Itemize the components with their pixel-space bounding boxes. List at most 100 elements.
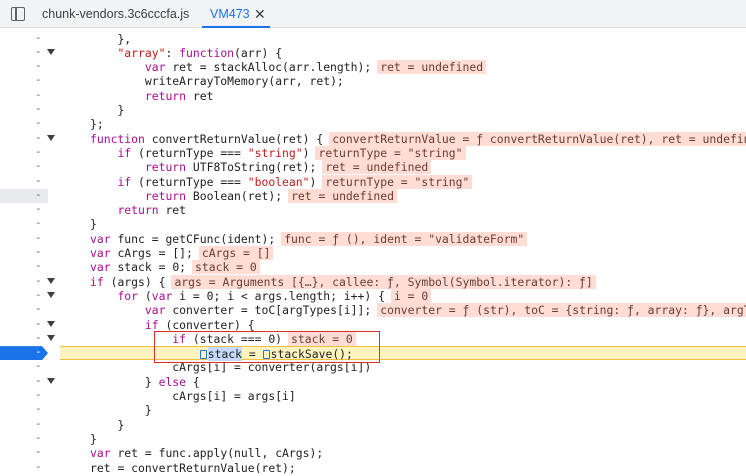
code-line[interactable]: ret = convertReturnValue(ret); (60, 461, 296, 475)
gutter-line[interactable]: - (0, 460, 60, 475)
code-line[interactable]: var stack = 0; stack = 0 (60, 260, 260, 275)
close-tab-icon[interactable]: ✕ (254, 0, 266, 28)
code-line[interactable]: if (converter) { (60, 318, 255, 332)
gutter-line[interactable]: - (0, 259, 60, 274)
fold-chevron-icon[interactable] (47, 377, 55, 384)
gutter-line[interactable]: - (0, 102, 60, 117)
code-line[interactable]: writeArrayToMemory(arr, ret); (60, 74, 344, 88)
code-line[interactable]: var cArgs = []; cArgs = [] (60, 246, 274, 260)
code-line[interactable]: return Boolean(ret); ret = undefined (60, 188, 397, 203)
tab-vm473[interactable]: VM473 (202, 0, 270, 28)
code-line[interactable]: var func = getCFunc(ident); func = ƒ (), … (60, 231, 528, 246)
inline-value-badge[interactable]: convertReturnValue = ƒ convertReturnValu… (329, 131, 746, 146)
fold-chevron-icon[interactable] (47, 291, 55, 298)
inline-value-badge[interactable]: i = 0 (390, 288, 432, 303)
tab-chunk-vendors[interactable]: chunk-vendors.3c6cccfa.js (42, 0, 189, 28)
fold-chevron-icon[interactable] (47, 334, 55, 341)
fold-chevron-icon[interactable] (47, 277, 55, 284)
code-line[interactable]: cArgs[i] = args[i] (60, 389, 295, 403)
gutter-line[interactable]: - (0, 274, 60, 289)
code-editor[interactable]: }, "array": function(arr) { var ret = st… (60, 28, 746, 476)
gutter-line[interactable]: - (0, 59, 60, 74)
code-text: var ret = func.apply(null, cArgs); (90, 446, 324, 461)
gutter-dash: - (35, 287, 42, 301)
gutter-line[interactable]: - (0, 302, 60, 317)
code-line[interactable]: if (returnType === "string") returnType =… (60, 145, 466, 160)
code-line[interactable]: "array": function(arr) { (60, 46, 282, 60)
inline-value-badge[interactable]: func = ƒ (), ident = "validateForm" (281, 231, 528, 246)
gutter-line[interactable]: - (0, 388, 60, 403)
gutter-line[interactable]: - (0, 374, 60, 389)
code-text: var stack = 0; (90, 260, 187, 275)
gutter-dash: - (35, 316, 42, 330)
code-line[interactable]: }; (60, 117, 104, 131)
gutter-line[interactable]: - (0, 359, 60, 374)
gutter-line[interactable]: - (0, 417, 60, 432)
code-line[interactable]: var ret = stackAlloc(arr.length); ret = u… (60, 60, 487, 75)
inline-value-badge[interactable]: returnType = "string" (322, 174, 473, 189)
gutter-dash: - (35, 173, 42, 187)
code-line[interactable]: if (args) { args = Arguments [{…}, callee… (60, 274, 596, 289)
inline-value-badge[interactable]: ret = undefined (288, 188, 397, 203)
code-line[interactable]: return ret (60, 203, 186, 217)
gutter-line[interactable]: - (0, 145, 60, 160)
gutter-line[interactable]: - (0, 188, 60, 204)
gutter-dash: - (35, 302, 42, 316)
code-line[interactable]: } (60, 217, 97, 231)
code-line[interactable]: var converter = toC[argTypes[i]]; convert… (60, 303, 746, 318)
code-line[interactable]: } (60, 103, 124, 117)
gutter-line[interactable]: - (0, 231, 60, 246)
gutter-line[interactable]: - (0, 216, 60, 231)
gutter-line[interactable]: - (0, 131, 60, 146)
code-line[interactable]: } (60, 403, 152, 417)
fold-chevron-icon[interactable] (47, 320, 55, 327)
gutter-line[interactable]: - (0, 402, 60, 417)
gutter-line[interactable]: - (0, 316, 60, 332)
code-line[interactable]: } else { (60, 375, 200, 389)
inline-value-badge[interactable]: cArgs = [] (198, 246, 274, 260)
code-line[interactable]: }, (60, 32, 131, 46)
gutter-line[interactable]: - (0, 245, 60, 260)
code-text: var converter = toC[argTypes[i]]; (144, 303, 372, 318)
code-text: var ret = stackAlloc(arr.length); (144, 60, 372, 75)
code-line[interactable]: for (var i = 0; i < args.length; i++) {i… (60, 288, 432, 303)
code-text: var cArgs = []; (90, 246, 193, 260)
gutter-line[interactable]: - (0, 445, 60, 460)
code-line[interactable]: return ret (60, 88, 214, 103)
gutter-dash: - (35, 402, 42, 416)
fold-chevron-icon[interactable] (47, 48, 55, 55)
inline-value-badge[interactable]: converter = ƒ (str), toC = {string: ƒ, a… (377, 303, 746, 318)
code-line[interactable]: } (60, 418, 124, 432)
code-line[interactable]: if (returnType === "boolean") returnType … (60, 174, 473, 189)
code-line[interactable]: var ret = func.apply(null, cArgs); (60, 446, 323, 460)
gutter-line[interactable]: - (0, 88, 60, 103)
code-text: return ret (144, 88, 214, 103)
gutter-line[interactable]: - (0, 173, 60, 189)
gutter-line[interactable]: - (0, 431, 60, 446)
gutter-line[interactable]: - (0, 31, 60, 46)
code-line[interactable]: return UTF8ToString(ret); ret = undefined (60, 160, 432, 175)
gutter-line[interactable]: - (0, 45, 60, 60)
code-text: writeArrayToMemory(arr, ret); (144, 74, 344, 89)
gutter-line[interactable]: - (0, 202, 60, 217)
code-line[interactable]: function convertReturnValue(ret) { conver… (60, 131, 746, 146)
fold-chevron-icon[interactable] (47, 134, 55, 141)
breakpoint-line-marker[interactable]: - (0, 345, 60, 361)
gutter-line[interactable]: - (0, 331, 60, 346)
inline-value-badge[interactable]: ret = undefined (377, 60, 487, 75)
inline-value-badge[interactable]: returnType = "string" (315, 145, 466, 160)
toggle-navigator-icon[interactable] (11, 7, 25, 21)
inline-value-badge[interactable]: ret = undefined (322, 160, 432, 175)
gutter-dash: - (35, 159, 42, 173)
gutter-line[interactable]: - (0, 159, 60, 174)
code-text: function convertReturnValue(ret) { (90, 131, 324, 146)
gutter-line[interactable]: - (0, 73, 60, 88)
code-line[interactable]: } (60, 432, 97, 446)
gutter-dash: - (35, 388, 42, 401)
gutter-line[interactable]: - (0, 287, 60, 303)
line-gutter[interactable]: ------------------------------- (0, 28, 60, 476)
gutter-line[interactable]: - (0, 116, 60, 131)
inline-value-badge[interactable]: args = Arguments [{…}, callee: ƒ, Symbol… (171, 274, 596, 289)
inline-value-badge[interactable]: stack = 0 (192, 260, 260, 275)
code-text: if (args) { (90, 274, 166, 289)
